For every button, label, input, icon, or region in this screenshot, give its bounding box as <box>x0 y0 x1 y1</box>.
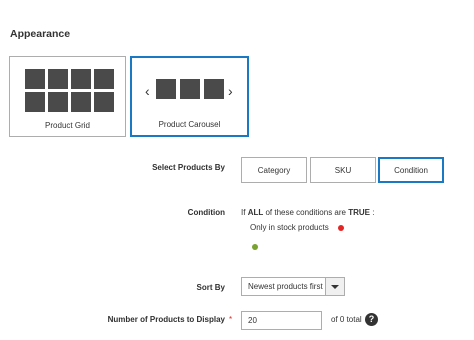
help-icon[interactable]: ? <box>365 313 378 326</box>
grid-cell-icon <box>48 92 68 112</box>
condition-item: Only in stock products <box>250 223 329 232</box>
condition-rule-text: If ALL of these conditions are TRUE : <box>241 208 374 217</box>
category-button[interactable]: Category <box>241 157 307 183</box>
num-products-input[interactable]: 20 <box>241 311 322 330</box>
grid-cell-icon <box>25 92 45 112</box>
grid-cell-icon <box>71 92 91 112</box>
required-asterisk: * <box>229 315 233 324</box>
num-products-value: 20 <box>248 316 257 325</box>
grid-cell-icon <box>71 69 91 89</box>
condition-value[interactable]: TRUE <box>348 208 370 217</box>
grid-cell-icon <box>94 92 114 112</box>
sku-button[interactable]: SKU <box>310 157 376 183</box>
chevron-right-icon: › <box>228 83 233 99</box>
select-products-by-label: Select Products By <box>152 163 225 172</box>
condition-suffix: : <box>372 208 375 217</box>
appearance-section-title: Appearance <box>10 28 71 40</box>
product-carousel-label: Product Carousel <box>158 120 221 129</box>
sort-by-select[interactable]: Newest products first <box>241 277 345 296</box>
carousel-cell-icon <box>204 79 224 99</box>
carousel-cell-icon <box>180 79 200 99</box>
grid-cell-icon <box>94 69 114 89</box>
product-grid-option[interactable]: Product Grid <box>9 56 126 137</box>
chevron-left-icon: ‹ <box>145 83 150 99</box>
condition-label: Condition <box>187 208 225 217</box>
product-carousel-option[interactable]: ‹ › Product Carousel <box>130 56 249 137</box>
sort-by-label: Sort By <box>196 283 225 292</box>
grid-cell-icon <box>48 69 68 89</box>
sort-by-value: Newest products first <box>248 282 323 291</box>
condition-aggregator[interactable]: ALL <box>248 208 264 217</box>
condition-prefix: If <box>241 208 246 217</box>
condition-button[interactable]: Condition <box>378 157 444 183</box>
product-grid-label: Product Grid <box>45 121 90 130</box>
num-products-label: Number of Products to Display <box>107 315 225 324</box>
remove-condition-icon[interactable] <box>338 225 344 231</box>
chevron-down-icon[interactable] <box>325 278 344 295</box>
carousel-cell-icon <box>156 79 176 99</box>
grid-cell-icon <box>25 69 45 89</box>
condition-middle: of these conditions are <box>265 208 346 217</box>
total-count-text: of 0 total <box>331 315 362 324</box>
add-condition-icon[interactable] <box>252 244 258 250</box>
